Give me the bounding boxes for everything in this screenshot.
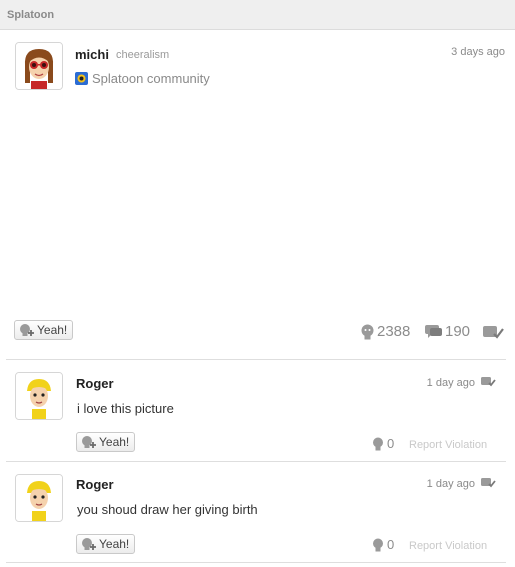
avatar[interactable] xyxy=(15,474,63,522)
comment-username[interactable]: Roger xyxy=(76,376,114,391)
avatar[interactable] xyxy=(15,372,63,420)
post-username[interactable]: michi xyxy=(75,47,109,62)
comment-text: you shoud draw her giving birth xyxy=(77,502,258,517)
yeah-count-value: 0 xyxy=(387,537,395,552)
community-link[interactable]: Splatoon community xyxy=(75,71,210,86)
yeah-count[interactable]: 0 xyxy=(372,537,394,552)
comment-username[interactable]: Roger xyxy=(76,477,114,492)
avatar[interactable] xyxy=(15,42,63,90)
yeah-count[interactable]: 2388 xyxy=(360,323,410,340)
yeah-button[interactable]: Yeah! xyxy=(76,534,136,554)
main-post: michi cheeralism Splatoon community 3 da… xyxy=(0,30,515,360)
yeah-face-icon xyxy=(373,538,383,551)
post-handle: cheeralism xyxy=(116,49,170,61)
divider xyxy=(6,461,506,462)
divider xyxy=(6,359,506,360)
speech-bubble-icon xyxy=(425,325,442,338)
splatoon-community-icon xyxy=(75,72,88,85)
comment-timestamp: 1 day ago xyxy=(426,377,475,389)
spoiler-flag-icon[interactable] xyxy=(480,477,496,489)
comment-timestamp: 1 day ago xyxy=(426,478,475,490)
yeah-count[interactable]: 0 xyxy=(372,436,394,451)
mii-avatar-michi xyxy=(16,43,62,89)
mii-avatar-roger xyxy=(16,373,62,419)
page-title[interactable]: Splatoon xyxy=(7,9,54,21)
yeah-label: Yeah! xyxy=(37,323,68,337)
report-violation-link[interactable]: Report Violation xyxy=(409,439,487,451)
comment-count[interactable]: 190 xyxy=(424,323,470,340)
yeah-plus-icon xyxy=(20,324,34,336)
divider xyxy=(6,562,506,563)
post-timestamp: 3 days ago xyxy=(451,46,505,58)
yeah-face-icon xyxy=(361,324,374,339)
yeah-button[interactable]: Yeah! xyxy=(76,432,136,452)
comment-text: i love this picture xyxy=(77,401,174,416)
yeah-count-value: 0 xyxy=(387,436,395,451)
report-violation-link[interactable]: Report Violation xyxy=(409,540,487,552)
yeah-plus-icon xyxy=(82,538,96,550)
yeah-label: Yeah! xyxy=(99,435,130,449)
spoiler-flag-icon[interactable] xyxy=(480,376,496,388)
comment-count-value: 190 xyxy=(445,323,471,340)
community-name: Splatoon community xyxy=(92,71,210,86)
top-bar: Splatoon xyxy=(0,0,515,30)
yeah-button[interactable]: Yeah! xyxy=(14,320,74,340)
spoiler-flag-icon[interactable] xyxy=(482,324,504,340)
yeah-face-icon xyxy=(373,437,383,450)
yeah-label: Yeah! xyxy=(99,537,130,551)
mii-avatar-roger xyxy=(16,475,62,521)
yeah-plus-icon xyxy=(82,436,96,448)
yeah-count-value: 2388 xyxy=(377,323,411,340)
